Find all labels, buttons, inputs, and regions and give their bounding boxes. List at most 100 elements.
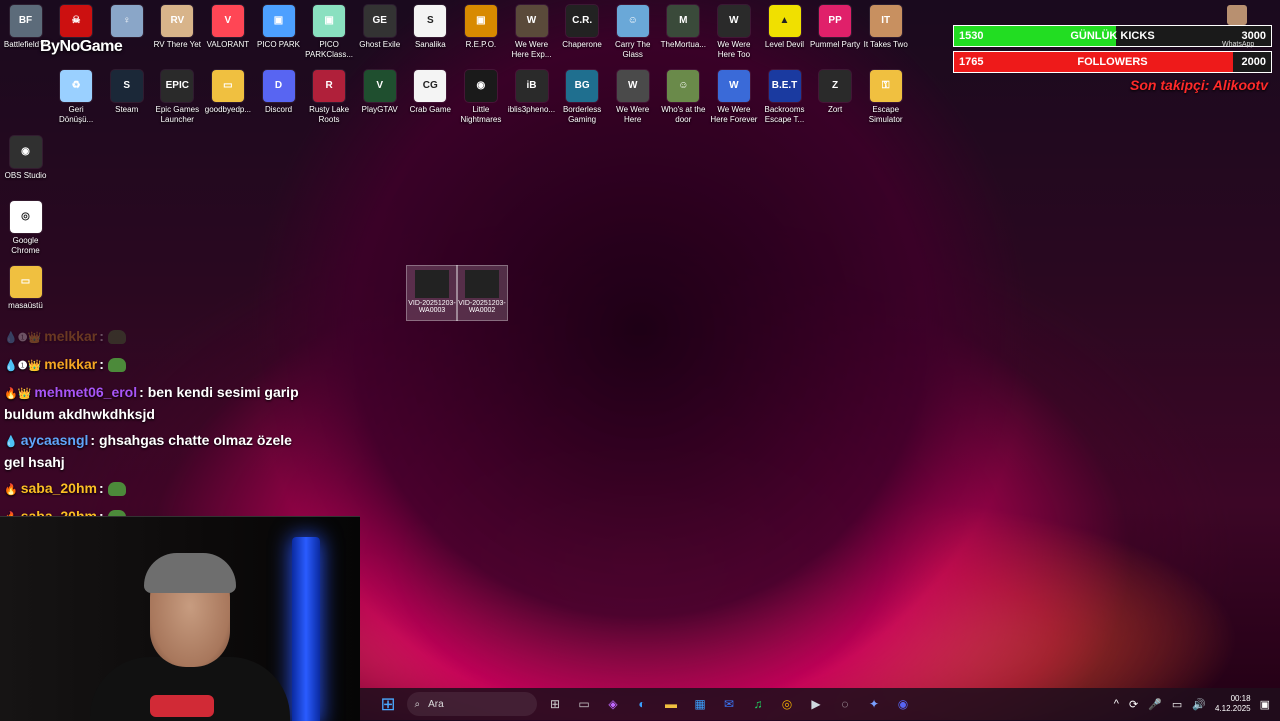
desktop-icon[interactable]: W We Were Here Exp...	[506, 5, 557, 60]
chat-username: saba_20hm	[20, 480, 97, 496]
discord-icon[interactable]: ◉	[891, 692, 915, 716]
whatsapp-shortcut[interactable]: WhatsApp	[1222, 5, 1255, 48]
whatsapp-label: WhatsApp	[1222, 41, 1255, 48]
video-file-icon[interactable]: VID-20251203-WA0002	[456, 265, 508, 321]
notification-icon[interactable]: ▣	[1260, 698, 1270, 711]
desktop-icon-label: goodbyedp...	[204, 105, 252, 114]
app-icon: C.R.	[566, 5, 599, 37]
desktop-icon[interactable]: C.R. Chaperone	[557, 5, 608, 50]
sync-icon[interactable]: ⟳	[1129, 698, 1138, 711]
desktop-icon-label: It Takes Two	[863, 40, 908, 49]
app-icon: S	[414, 5, 447, 37]
desktop-icon[interactable]: ▭ goodbyedp...	[202, 70, 253, 115]
desktop-icon-label: Who's at the door	[661, 105, 706, 124]
desktop-icon[interactable]: iB iblis3pheno...	[506, 70, 557, 115]
desktop-icon[interactable]: GE Ghost Exile	[354, 5, 405, 50]
desktop-icon[interactable]: ◎ Google Chrome	[0, 201, 51, 256]
file-explorer-icon[interactable]: ▬	[659, 692, 683, 716]
settings-icon[interactable]: ✦	[862, 692, 886, 716]
clock[interactable]: 00:18 4.12.2025	[1215, 694, 1251, 714]
app-icon: ⚿	[869, 70, 902, 102]
chat-badges: 💧❶👑	[4, 360, 42, 372]
desktop-icon-label: Discord	[264, 105, 293, 114]
app-icon: V	[211, 5, 244, 37]
desktop-icon[interactable]: Z Zort	[810, 70, 861, 115]
video-thumbnail	[465, 270, 499, 298]
store-icon[interactable]: ▦	[688, 692, 712, 716]
chat-badges: 💧	[4, 436, 18, 448]
widgets-icon[interactable]: ⊞	[543, 692, 567, 716]
chat-message: 🔥saba_20hm:	[4, 478, 304, 500]
edge-icon[interactable]: ◐	[630, 692, 654, 716]
desktop-icon-label: RV There Yet	[153, 40, 201, 49]
desktop-icon[interactable]: ▲ Level Devil	[759, 5, 810, 50]
copilot-icon[interactable]: ◈	[601, 692, 625, 716]
desktop-icon-label: Escape Simulator	[868, 105, 903, 124]
desktop-icon[interactable]: BG Borderless Gaming	[557, 70, 608, 125]
desktop-icon[interactable]: ▣ PICO PARK	[253, 5, 304, 50]
desktop-icon[interactable]: ☺ Carry The Glass	[607, 5, 658, 60]
desktop-icon-label: Ghost Exile	[359, 40, 401, 49]
desktop-icon[interactable]: S Sanalika	[405, 5, 456, 50]
chat-badges: 🔥👑	[4, 388, 32, 400]
desktop-icon[interactable]: ◉ OBS Studio	[0, 136, 51, 181]
start-button[interactable]: ⊞	[376, 692, 400, 716]
desktop-icon[interactable]: ☠	[51, 5, 102, 40]
desktop-icon[interactable]: ♻ Geri Dönüşü...	[51, 70, 102, 125]
chat-message: 💧 aycaasngl: ghsahgas chatte olmaz özele …	[4, 432, 292, 470]
app-icon: Z	[819, 70, 852, 102]
desktop-icon[interactable]: V PlayGTAV	[354, 70, 405, 115]
spotify-icon[interactable]: ♫	[746, 692, 770, 716]
taskbar-search[interactable]: ⌕ Ara	[406, 692, 537, 716]
desktop-icon-label: PICO PARKClass...	[305, 40, 354, 59]
desktop-icon-label: OBS Studio	[4, 171, 47, 180]
led-light	[292, 537, 320, 721]
desktop-icon-label: PICO PARK	[257, 40, 300, 49]
display-icon[interactable]: ▭	[1172, 698, 1182, 711]
desktop-icon[interactable]: B.E.T Backrooms Escape T...	[759, 70, 810, 125]
mail-icon[interactable]: ✉	[717, 692, 741, 716]
video-thumbnail	[415, 270, 449, 298]
desktop-icon[interactable]: R Rusty Lake Roots	[304, 70, 355, 125]
desktop-icon[interactable]: ☺ Who's at the door	[658, 70, 709, 125]
file-label: VID-20251203-WA0003	[408, 300, 456, 314]
microphone-icon[interactable]: 🎤	[1148, 698, 1162, 711]
desktop-icon[interactable]: RV RV There Yet	[152, 5, 203, 50]
desktop-icon[interactable]: W We Were Here	[607, 70, 658, 125]
desktop-icon[interactable]: PP Pummel Party	[810, 5, 861, 50]
app-icon: ☺	[667, 70, 700, 102]
obs-icon[interactable]: ◌	[833, 692, 857, 716]
desktop-icon[interactable]: W We Were Here Forever	[708, 70, 759, 125]
desktop-icon-label: Google Chrome	[11, 236, 40, 255]
desktop-icon-label: Little Nightmares	[460, 105, 502, 124]
app-icon: R	[313, 70, 346, 102]
desktop-icon[interactable]: EPIC Epic Games Launcher	[152, 70, 203, 125]
desktop-icon[interactable]: W We Were Here Too	[708, 5, 759, 60]
task-view-icon[interactable]: ▭	[572, 692, 596, 716]
chat-badges: 🔥	[4, 484, 18, 496]
clock-date: 4.12.2025	[1215, 704, 1251, 713]
desktop-icon[interactable]: V VALORANT	[202, 5, 253, 50]
desktop-icon-label: Carry The Glass	[614, 40, 651, 59]
desktop-icon[interactable]: CG Crab Game	[405, 70, 456, 115]
desktop-icon[interactable]: ▭ masaüstü	[0, 266, 51, 311]
desktop-icon[interactable]: ▣ R.E.P.O.	[455, 5, 506, 50]
desktop-icon[interactable]: IT It Takes Two	[860, 5, 911, 50]
desktop-icon[interactable]: ◉ Little Nightmares	[455, 70, 506, 125]
desktop-icon-label: We Were Here Forever	[710, 105, 758, 124]
desktop-icon[interactable]: ▣ PICO PARKClass...	[304, 5, 355, 60]
steam-icon[interactable]: ▶	[804, 692, 828, 716]
desktop-icon[interactable]: D Discord	[253, 70, 304, 115]
followers-goal: 2000	[1241, 56, 1266, 68]
volume-icon[interactable]: 🔊	[1192, 698, 1206, 711]
last-follower-text: Son takipçi: Alikootv	[1130, 77, 1268, 93]
desktop-icon[interactable]: M TheMortua...	[658, 5, 709, 50]
desktop-icon[interactable]: ♀	[101, 5, 152, 40]
app-icon: W	[515, 5, 548, 37]
video-file-icon[interactable]: VID-20251203-WA0003	[406, 265, 458, 321]
microphone	[150, 695, 214, 717]
chrome-icon[interactable]: ◎	[775, 692, 799, 716]
desktop-icon[interactable]: ⚿ Escape Simulator	[860, 70, 911, 125]
chevron-up-icon[interactable]: ^	[1114, 698, 1119, 711]
desktop-icon[interactable]: S Steam	[101, 70, 152, 115]
